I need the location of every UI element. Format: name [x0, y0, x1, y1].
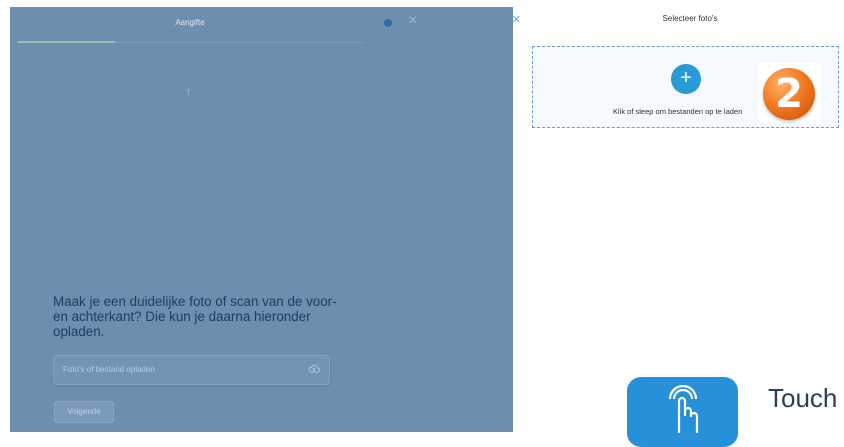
- picker-title: Selecteer foto's: [662, 14, 718, 23]
- upload-field-label: Foto's of bestand opladen: [63, 365, 155, 374]
- touch-label: Touch: [768, 383, 838, 413]
- form-screen-overlay: Aangifte × ↑ Maak je een duidelijke foto…: [10, 7, 513, 432]
- upload-field[interactable]: Foto's of bestand opladen: [53, 355, 330, 385]
- picker-close-icon[interactable]: ×: [512, 11, 521, 29]
- touch-tile: [627, 377, 738, 447]
- upload-instruction: Maak je een duidelijke foto of scan van …: [53, 294, 337, 339]
- form-close-icon[interactable]: ×: [408, 11, 417, 31]
- page-title: Aangifte: [175, 18, 205, 27]
- progress-bar: [18, 41, 115, 43]
- status-dot-icon: [384, 19, 392, 27]
- cloud-upload-icon: [308, 364, 320, 373]
- add-file-button[interactable]: +: [671, 64, 701, 94]
- next-button[interactable]: Volgende: [54, 401, 114, 423]
- step-number-badge: 2: [758, 63, 821, 123]
- dropzone-hint: Klik of sleep om bestanden op te laden: [613, 107, 743, 116]
- upload-arrow-icon: ↑: [186, 86, 192, 98]
- step-number: 2: [763, 68, 815, 120]
